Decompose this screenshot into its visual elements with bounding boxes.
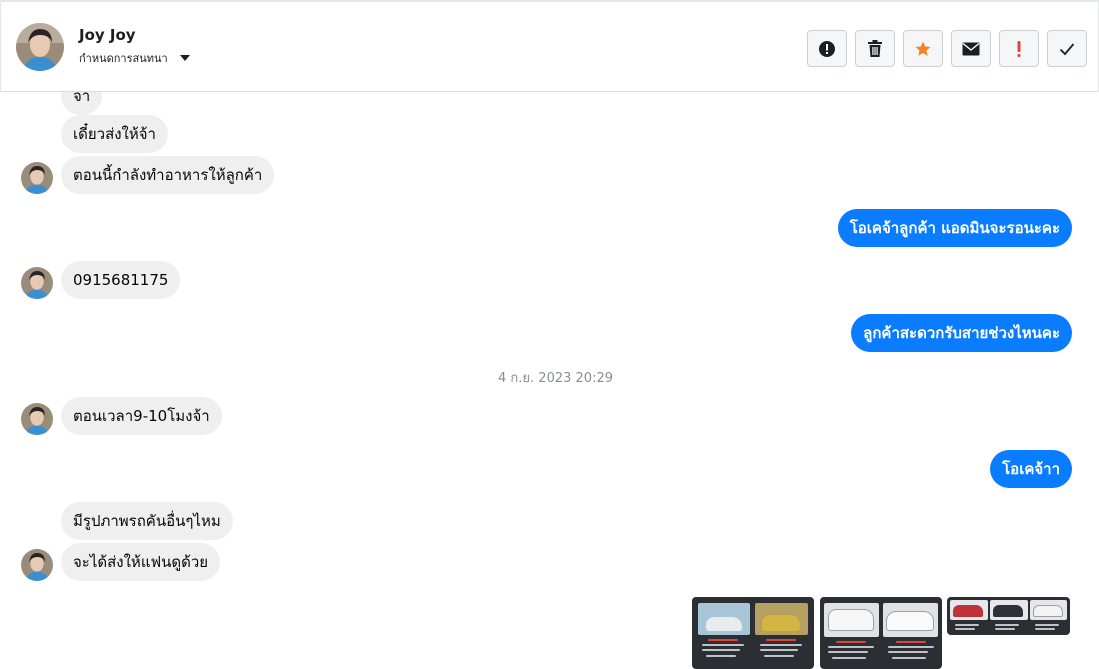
incoming-message[interactable]: ตอนนี้กำลังทำอาหารให้ลูกค้า [61,156,275,194]
contact-name: Joy Joy [79,26,136,44]
check-icon [1059,42,1075,55]
mark-unread-button[interactable] [951,30,991,67]
trash-icon [868,39,882,57]
header-actions [807,30,1087,67]
incoming-message[interactable]: เดี๋ยวส่งให้จ้า [61,115,168,153]
conversation-status-dropdown[interactable]: กำหนดการสนทนา [79,49,190,67]
image-attachment[interactable] [820,597,942,669]
message-timestamp: 4 ก.ย. 2023 20:29 [498,371,613,386]
outgoing-message[interactable]: ลูกค้าสะดวกรับสายช่วงไหนคะ [851,314,1072,352]
mark-spam-button[interactable] [807,30,847,67]
conversation-header: Joy Joy กำหนดการสนทนา [0,0,1099,92]
incoming-message[interactable]: จะได้ส่งให้แฟนดูด้วย [61,543,221,581]
contact-avatar[interactable] [16,23,64,71]
incoming-message[interactable]: ตอนเวลา9-10โมงจ้า [61,397,222,435]
outgoing-message[interactable]: โอเคจ้าา [990,450,1072,488]
image-attachment[interactable] [947,597,1070,635]
incoming-message[interactable]: มีรูปภาพรถคันอื่นๆไหม [61,502,233,540]
incoming-message[interactable]: จ้า [61,92,103,115]
contact-avatar-small [21,162,53,194]
alert-circle-icon [819,40,835,57]
exclamation-icon [1017,40,1021,57]
star-icon [915,41,931,56]
caret-down-icon [179,55,190,61]
delete-button[interactable] [855,30,895,67]
image-attachment[interactable] [692,597,814,669]
follow-up-button[interactable] [999,30,1039,67]
message-thread[interactable]: จ้า เดี๋ยวส่งให้จ้า ตอนนี้กำลังทำอาหารให… [0,92,1099,669]
outgoing-message[interactable]: โอเคจ้าลูกค้า แอดมินจะรอนะคะ [837,209,1072,247]
mark-done-button[interactable] [1047,30,1087,67]
contact-avatar-small [21,403,53,435]
star-button[interactable] [903,30,943,67]
incoming-message[interactable]: 0915681175 [61,261,181,299]
status-label: กำหนดการสนทนา [79,52,168,65]
contact-avatar-small [21,267,53,299]
contact-avatar-small [21,549,53,581]
envelope-icon [962,42,980,55]
